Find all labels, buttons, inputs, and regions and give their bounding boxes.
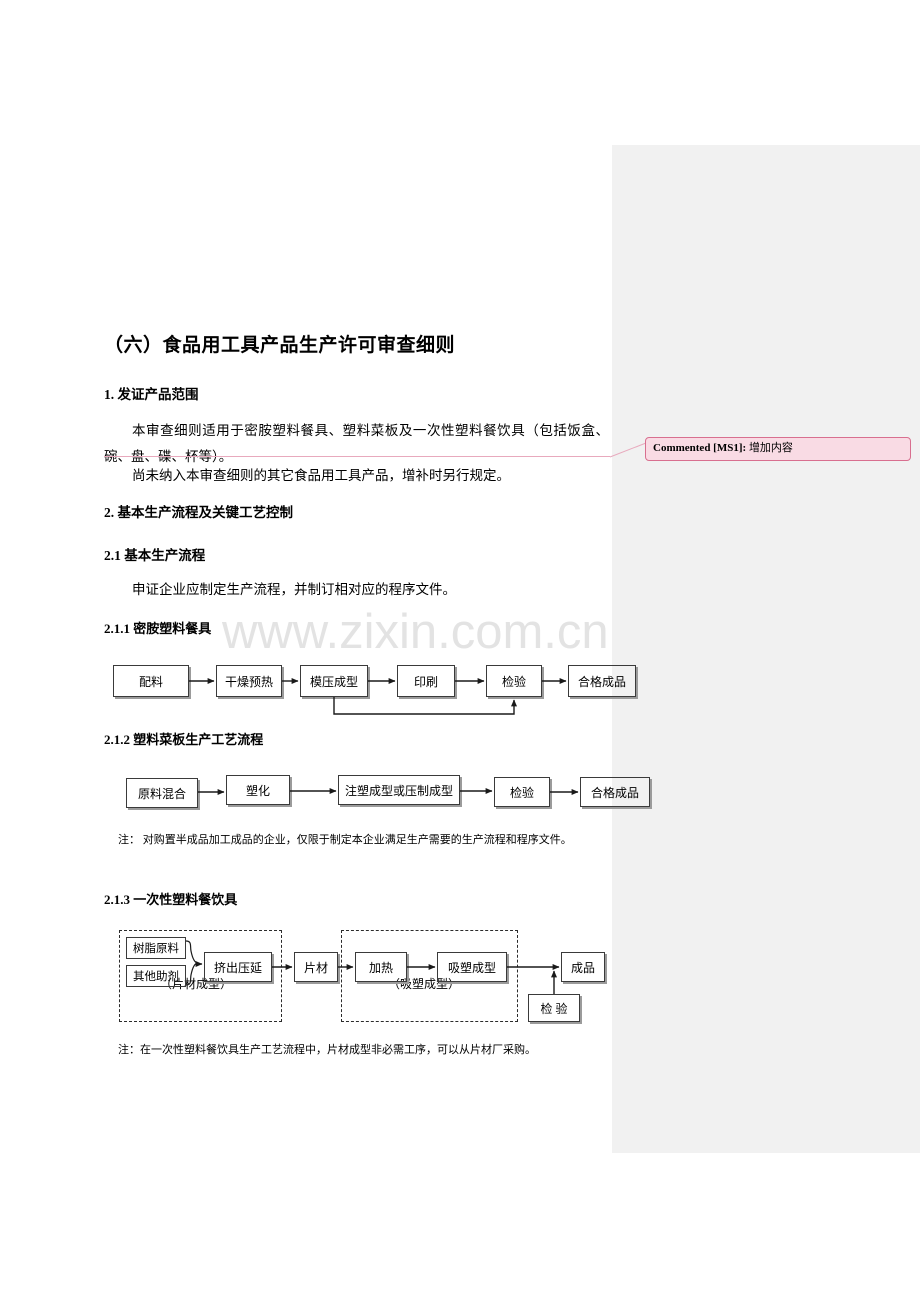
flow3-node-sheet[interactable]: 片材 xyxy=(294,952,338,982)
flow3-node-extrusion[interactable]: 挤出压延 xyxy=(204,952,272,982)
watermark: www.zixin.com.cn xyxy=(222,605,609,659)
comment-balloon[interactable]: Commented [MS1]: 增加内容 xyxy=(645,437,911,461)
comment-author-label: Commented [MS1]: xyxy=(653,442,747,454)
flow3-node-vacuum-forming[interactable]: 吸塑成型 xyxy=(437,952,507,982)
flow3-node-additives[interactable]: 其他助剂 xyxy=(126,965,186,987)
document-page: www.zixin.com.cn （六）食品用工具产品生产许可审查细则 1. 发… xyxy=(0,0,920,1302)
flow3-node-resin[interactable]: 树脂原料 xyxy=(126,937,186,959)
flow3-node-product[interactable]: 成品 xyxy=(561,952,605,982)
flow3-node-inspection[interactable]: 检 验 xyxy=(528,994,580,1022)
comment-text: 增加内容 xyxy=(748,442,793,454)
flow3-node-heating[interactable]: 加热 xyxy=(355,952,407,982)
